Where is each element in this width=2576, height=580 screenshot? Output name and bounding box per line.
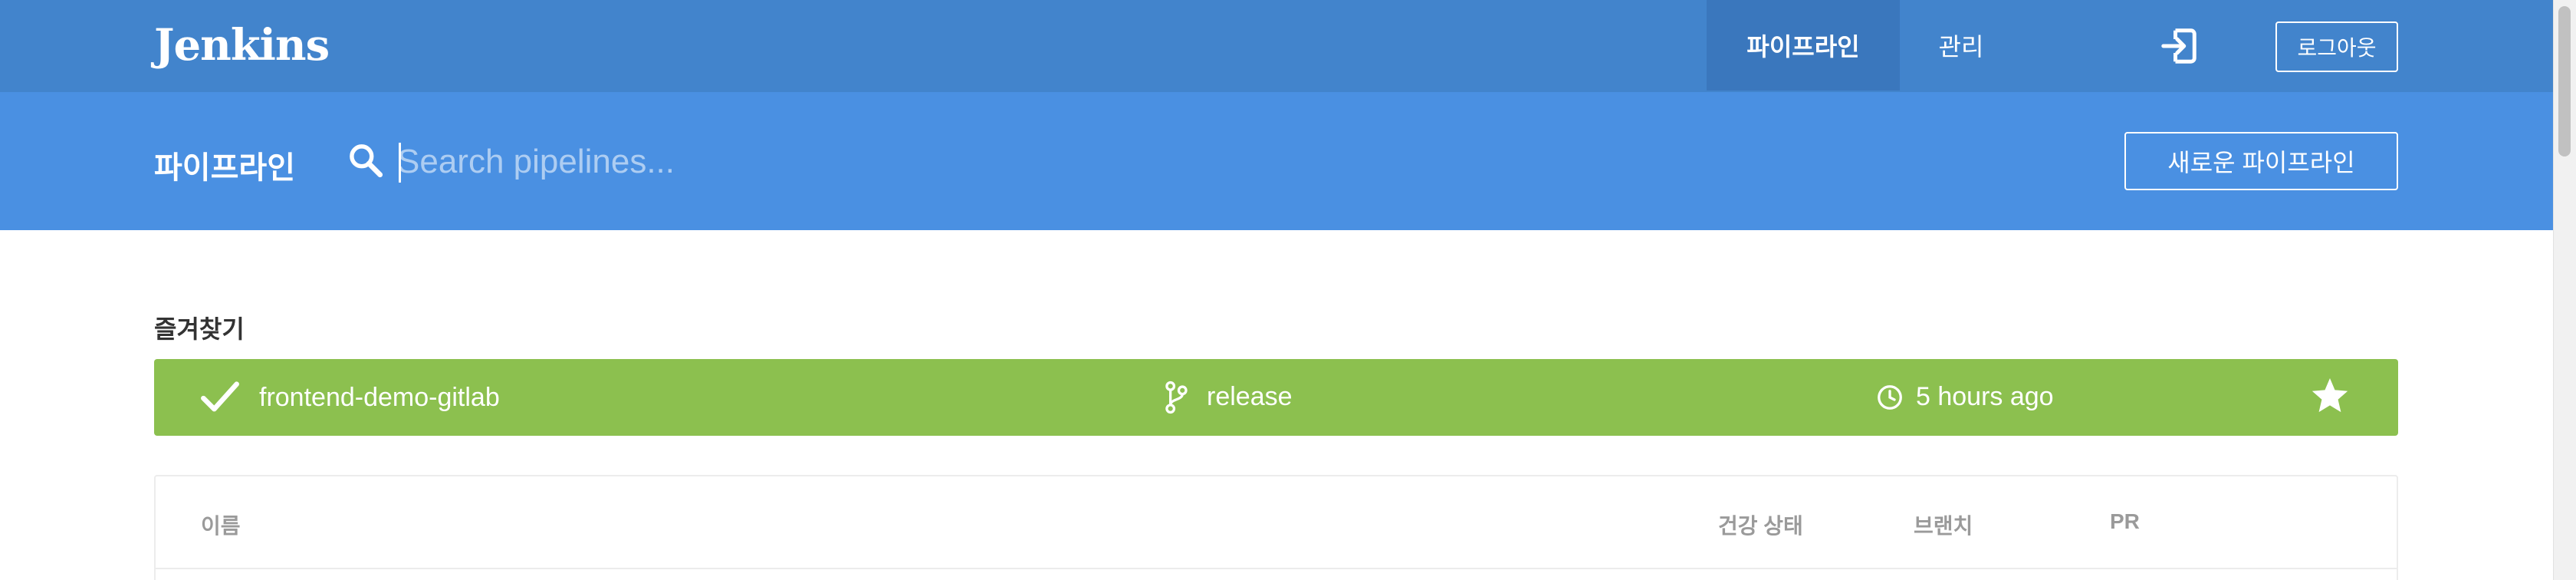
column-header-branches[interactable]: 브랜치 xyxy=(1914,509,1973,540)
git-branch-icon xyxy=(1165,381,1188,414)
star-icon[interactable] xyxy=(2309,375,2351,417)
search-input[interactable] xyxy=(397,137,1240,187)
table-header-divider xyxy=(154,568,2398,569)
clock-icon xyxy=(1878,385,1902,410)
page-title: 파이프라인 xyxy=(154,151,295,185)
text-cursor xyxy=(399,143,401,183)
column-header-pr[interactable]: PR xyxy=(2110,509,2140,534)
nav-tab-pipelines[interactable]: 파이프라인 xyxy=(1707,0,1900,91)
new-pipeline-button[interactable]: 새로운 파이프라인 xyxy=(2124,132,2398,190)
search-icon xyxy=(350,144,383,178)
favorites-heading: 즐겨찾기 xyxy=(154,315,245,343)
nav-tab-admin[interactable]: 관리 xyxy=(1900,0,2022,91)
favorite-pipeline-name[interactable]: frontend-demo-gitlab xyxy=(259,383,500,413)
favorite-last-run-time: 5 hours ago xyxy=(1916,382,2054,411)
scrollbar-thumb[interactable] xyxy=(2558,6,2571,157)
column-header-name[interactable]: 이름 xyxy=(201,509,241,540)
column-header-health[interactable]: 건강 상태 xyxy=(1718,509,1803,540)
logout-button[interactable]: 로그아웃 xyxy=(2275,21,2398,72)
pipelines-table xyxy=(154,475,2398,580)
sign-out-icon[interactable] xyxy=(2158,25,2200,67)
check-icon xyxy=(201,381,239,412)
jenkins-logo[interactable]: Jenkins xyxy=(154,20,330,71)
favorite-branch-name: release xyxy=(1207,382,1293,411)
